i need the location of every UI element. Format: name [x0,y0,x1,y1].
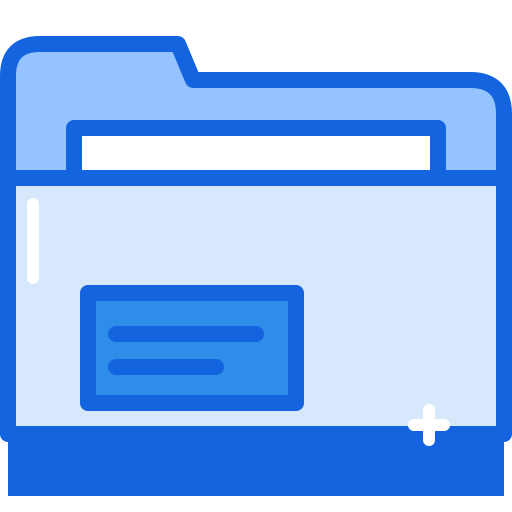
folder-icon [0,36,512,496]
label-card-icon [80,285,304,411]
icon-canvas [0,0,512,512]
